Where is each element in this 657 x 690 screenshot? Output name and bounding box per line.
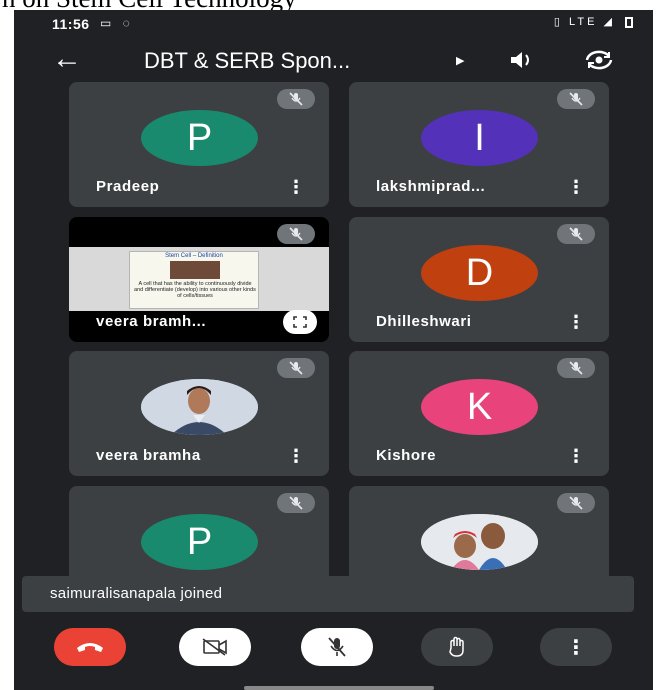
title-expand-icon[interactable]: ▶ (456, 54, 464, 67)
phone-screen: 11:56 ▭ ◌ ▯ LTE ◢ ← DBT & SERB Spon... ▶ (14, 10, 653, 690)
status-time: 11:56 (52, 16, 90, 32)
meeting-title[interactable]: DBT & SERB Spon... (144, 48, 350, 74)
participant-name: Kishore (376, 447, 437, 464)
participant-tile[interactable]: veera bramha ⋮ (69, 351, 329, 476)
avatar: K (421, 379, 538, 435)
avatar: P (141, 514, 258, 570)
profile-photo (141, 379, 258, 435)
more-vert-icon[interactable]: ⋮ (567, 446, 585, 467)
mic-off-icon (277, 493, 315, 513)
app-bar: ← DBT & SERB Spon... ▶ (14, 40, 653, 84)
mic-off-icon (277, 224, 315, 244)
participant-name: Dhilleshwari (376, 313, 472, 330)
mic-off-icon (557, 493, 595, 513)
camera-toggle-button[interactable] (179, 628, 251, 666)
hand-icon (449, 636, 464, 657)
battery-icon (625, 16, 633, 28)
signal-icon: ◢ (603, 16, 615, 28)
fullscreen-icon[interactable] (283, 310, 317, 334)
more-vert-icon[interactable]: ⋮ (287, 446, 305, 467)
participant-tile[interactable]: P (69, 486, 329, 590)
network-type: LTE (569, 16, 598, 28)
more-vert-icon: ⋮ (566, 636, 586, 659)
avatar: P (141, 110, 258, 166)
mic-off-icon (277, 89, 315, 109)
status-right-icons: ▯ LTE ◢ (554, 15, 633, 28)
speaker-icon[interactable] (508, 48, 538, 72)
mic-off-icon (557, 89, 595, 109)
document-caption: n on Stem Cell Technology (0, 0, 657, 10)
join-notification: saimuralisanapala joined (22, 576, 634, 612)
vibrate-icon: ▯ (553, 16, 563, 28)
participant-name: Pradeep (96, 178, 160, 195)
avatar: D (421, 245, 538, 301)
slide-text: A cell that has the ability to continuou… (134, 281, 256, 299)
mic-off-icon (277, 358, 315, 378)
videocam-off-icon (202, 638, 227, 656)
mic-toggle-button[interactable] (301, 628, 373, 666)
slide-title: Stem Cell – Definition (165, 253, 223, 259)
phone-hangup-icon (77, 643, 103, 652)
shared-slide: Stem Cell – Definition A cell that has t… (129, 251, 259, 309)
more-vert-icon[interactable]: ⋮ (567, 312, 585, 333)
raise-hand-button[interactable] (421, 628, 493, 666)
participant-tile[interactable]: D Dhilleshwari ⋮ (349, 217, 609, 342)
end-call-button[interactable] (54, 628, 126, 666)
notification-icons: ▭ ◌ (100, 16, 134, 30)
participant-tile[interactable]: K Kishore ⋮ (349, 351, 609, 476)
home-indicator[interactable] (244, 686, 434, 690)
switch-camera-icon[interactable] (582, 46, 616, 74)
mic-off-icon (557, 358, 595, 378)
participant-tile[interactable] (349, 486, 609, 590)
mic-off-icon (328, 637, 346, 657)
back-arrow-icon[interactable]: ← (52, 44, 82, 74)
participant-tile[interactable]: P Pradeep ⋮ (69, 82, 329, 207)
slide-image (170, 261, 220, 279)
screen-share-tile[interactable]: Stem Cell – Definition A cell that has t… (69, 217, 329, 342)
status-bar: 11:56 ▭ ◌ ▯ LTE ◢ (14, 10, 653, 36)
more-options-button[interactable]: ⋮ (540, 628, 612, 666)
more-vert-icon[interactable]: ⋮ (567, 177, 585, 198)
profile-photo (421, 514, 538, 570)
mic-off-icon (557, 224, 595, 244)
more-vert-icon[interactable]: ⋮ (287, 177, 305, 198)
participant-name: veera bramha (96, 447, 201, 464)
avatar: I (421, 110, 538, 166)
participant-name: lakshmiprad... (376, 178, 486, 195)
participant-name: veera bramh... (96, 313, 207, 330)
shared-screen: Stem Cell – Definition A cell that has t… (69, 247, 329, 311)
participant-tile[interactable]: I lakshmiprad... ⋮ (349, 82, 609, 207)
